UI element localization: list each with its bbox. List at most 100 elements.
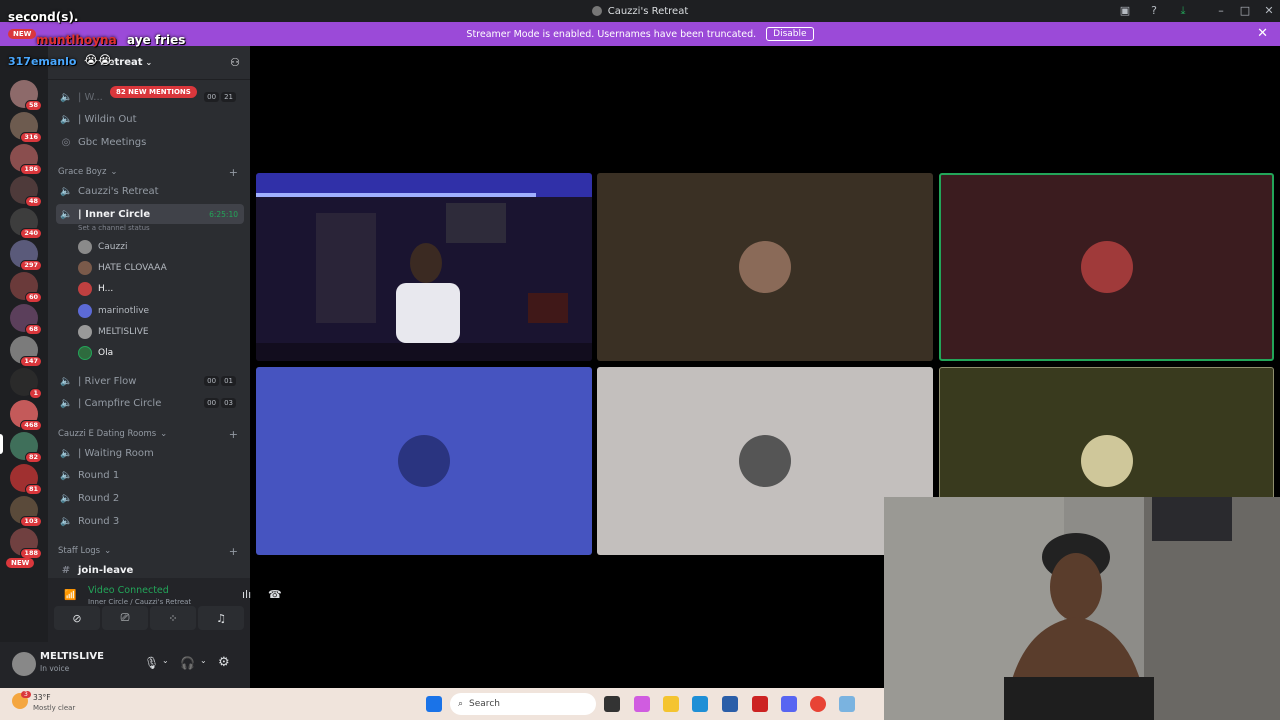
add-channel-icon[interactable]: + bbox=[229, 166, 238, 179]
disable-streamer-mode-button[interactable]: Disable bbox=[766, 27, 814, 41]
voice-user[interactable]: Ola bbox=[78, 343, 113, 363]
category-label: Staff Logs bbox=[58, 546, 101, 556]
activities-icon: ⁘ bbox=[168, 611, 178, 625]
server-icon[interactable]: 186 bbox=[10, 144, 42, 175]
activities-button[interactable]: ⁘ bbox=[150, 606, 196, 630]
server-icon[interactable]: 81 bbox=[10, 464, 42, 495]
voice-user[interactable]: marinotlive bbox=[78, 301, 149, 321]
user-name[interactable]: MELTISLIVE bbox=[40, 651, 104, 662]
video-tile[interactable] bbox=[256, 173, 592, 361]
gear-icon[interactable]: ⚙ bbox=[218, 655, 230, 670]
badge: 316 bbox=[20, 132, 42, 143]
store-icon[interactable] bbox=[722, 696, 738, 712]
stage-icon: ◎ bbox=[61, 136, 71, 148]
voice-channel[interactable]: 🔈 | Waiting Room bbox=[56, 443, 244, 463]
badge: 1 bbox=[29, 388, 42, 399]
user-count: 00 bbox=[204, 376, 220, 386]
copilot-icon[interactable] bbox=[634, 696, 650, 712]
voice-user[interactable]: MELTISLIVE bbox=[78, 322, 149, 342]
avatar bbox=[78, 325, 92, 339]
voice-channel[interactable]: 🔈 Cauzzi's Retreat bbox=[56, 181, 244, 201]
task-view-icon[interactable] bbox=[604, 696, 620, 712]
chevron-down-icon[interactable]: ⌄ bbox=[200, 656, 207, 665]
video-tile[interactable] bbox=[256, 367, 592, 555]
chevron-down-icon[interactable]: ⌄ bbox=[162, 656, 169, 665]
text-channel[interactable]: # join-leave bbox=[56, 560, 244, 580]
video-tile-speaking[interactable] bbox=[939, 173, 1274, 361]
server-icon[interactable]: 68 bbox=[10, 304, 42, 335]
app-icon[interactable] bbox=[752, 696, 768, 712]
maximize-icon[interactable]: □ bbox=[1238, 4, 1252, 18]
avatar[interactable] bbox=[12, 652, 36, 676]
server-icon[interactable]: 82 bbox=[10, 432, 42, 463]
help-icon[interactable]: ? bbox=[1147, 4, 1161, 18]
add-channel-icon[interactable]: + bbox=[229, 428, 238, 441]
discord-icon[interactable] bbox=[781, 696, 797, 712]
voice-channel[interactable]: 🔈 | W... 00 21 bbox=[56, 87, 244, 107]
voice-channel[interactable]: 🔈 Round 3 bbox=[56, 511, 244, 531]
camera-button[interactable]: ⊘ bbox=[54, 606, 100, 630]
screen-share-icon: ⎚ bbox=[120, 611, 130, 624]
badge: 297 bbox=[20, 260, 42, 271]
server-icon[interactable]: 103 bbox=[10, 496, 42, 527]
server-header[interactable]: Retreat ⌄ ⚇ bbox=[48, 46, 250, 80]
app-icon[interactable] bbox=[839, 696, 855, 712]
window-title: Cauzzi's Retreat bbox=[591, 6, 688, 17]
voice-channel[interactable]: 🔈 Round 1 bbox=[56, 465, 244, 485]
voice-channel[interactable]: 🔈 Round 2 bbox=[56, 488, 244, 508]
server-icon[interactable]: 60 bbox=[10, 272, 42, 303]
server-icon[interactable]: 147 bbox=[10, 336, 42, 367]
signal-icon[interactable]: 📶 bbox=[64, 590, 76, 601]
voice-channel[interactable]: 🔈 | River Flow 00 01 bbox=[56, 371, 244, 391]
server-icon[interactable]: 58 bbox=[10, 80, 42, 111]
edge-icon[interactable] bbox=[692, 696, 708, 712]
server-icon[interactable]: 1 bbox=[10, 368, 42, 399]
download-icon[interactable]: ⤓ bbox=[1176, 4, 1190, 18]
stage-channel[interactable]: ◎ Gbc Meetings bbox=[56, 132, 244, 152]
headphones-icon[interactable]: 🎧 bbox=[180, 656, 195, 670]
minimize-icon[interactable]: – bbox=[1214, 4, 1228, 18]
badge: 81 bbox=[24, 484, 42, 495]
file-explorer-icon[interactable] bbox=[663, 696, 679, 712]
voice-user[interactable]: Cauzzi bbox=[78, 237, 127, 257]
server-icon[interactable]: 240 bbox=[10, 208, 42, 239]
server-icon[interactable]: 468 bbox=[10, 400, 42, 431]
channel-status[interactable]: Set a channel status bbox=[78, 224, 150, 232]
start-icon[interactable] bbox=[426, 696, 442, 712]
voice-channel[interactable]: 🔈 | Campfire Circle 00 03 bbox=[56, 393, 244, 413]
server-icon[interactable]: 48 bbox=[10, 176, 42, 207]
voice-user[interactable]: H... bbox=[78, 279, 113, 299]
screen-share-button[interactable]: ⎚ bbox=[102, 606, 148, 630]
invite-people-icon[interactable]: ⚇ bbox=[230, 56, 240, 69]
noise-suppression-icon[interactable]: ılı bbox=[242, 588, 251, 601]
close-window-icon[interactable]: ✕ bbox=[1262, 4, 1276, 18]
weather-temp[interactable]: 33°F bbox=[33, 693, 51, 702]
stream-video bbox=[256, 173, 592, 361]
microphone-icon[interactable]: 🎙 bbox=[144, 656, 159, 670]
category-dating-rooms[interactable]: Cauzzi E Dating Rooms ⌄ + bbox=[58, 428, 238, 441]
add-channel-icon[interactable]: + bbox=[229, 545, 238, 558]
category-grace-boyz[interactable]: Grace Boyz ⌄ + bbox=[58, 166, 238, 179]
category-staff-logs[interactable]: Staff Logs ⌄ + bbox=[58, 545, 238, 558]
chrome-icon[interactable] bbox=[810, 696, 826, 712]
streamer-mode-banner: Streamer Mode is enabled. Usernames have… bbox=[0, 22, 1280, 46]
badge: 186 bbox=[20, 164, 42, 175]
server-icon[interactable]: 188 bbox=[10, 528, 42, 559]
server-icon[interactable]: 297 bbox=[10, 240, 42, 271]
soundboard-button[interactable]: ♫ bbox=[198, 606, 244, 630]
voice-channel[interactable]: 🔈 | Wildin Out bbox=[56, 109, 244, 129]
search-input[interactable]: ⌕ Search bbox=[450, 693, 596, 715]
avatar bbox=[78, 240, 92, 254]
inbox-icon[interactable]: ▣ bbox=[1118, 4, 1132, 18]
voice-user[interactable]: HATE CLOVAAA bbox=[78, 258, 167, 278]
voice-channel-active[interactable]: 🔈 | Inner Circle 6:25:10 bbox=[56, 204, 244, 224]
video-tile[interactable] bbox=[597, 367, 933, 555]
disconnect-icon[interactable]: ☎ bbox=[268, 588, 282, 601]
voice-status[interactable]: Video Connected bbox=[88, 585, 169, 596]
video-tile[interactable] bbox=[597, 173, 933, 361]
voice-location[interactable]: Inner Circle / Cauzzi's Retreat bbox=[88, 598, 191, 606]
server-icon[interactable]: 316 bbox=[10, 112, 42, 143]
weather-desc[interactable]: Mostly clear bbox=[33, 704, 75, 712]
close-icon[interactable]: ✕ bbox=[1257, 26, 1268, 41]
channel-name: | River Flow bbox=[78, 375, 137, 387]
